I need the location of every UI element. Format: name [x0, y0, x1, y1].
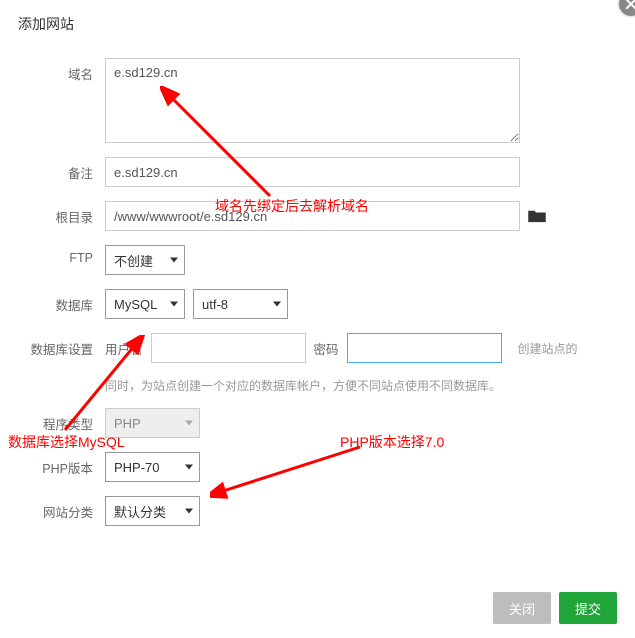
db-help-text: 同时，为站点创建一个对应的数据库帐户，方便不同站点使用不同数据库。	[105, 377, 615, 394]
hint-create: 创建站点的	[518, 340, 578, 357]
label-root: 根目录	[20, 201, 105, 226]
root-input[interactable]	[105, 201, 520, 231]
chevron-down-icon	[185, 421, 193, 426]
db-engine-select[interactable]: MySQL	[105, 289, 185, 319]
ftp-select[interactable]: 不创建	[105, 245, 185, 275]
label-phpver: PHP版本	[20, 452, 105, 477]
form-body: 域名 备注 根目录 FTP 不创建 数据库	[0, 48, 635, 526]
note-input[interactable]	[105, 157, 520, 187]
chevron-down-icon	[170, 302, 178, 307]
cancel-button[interactable]: 关闭	[493, 592, 551, 624]
chevron-down-icon	[273, 302, 281, 307]
label-dbset: 数据库设置	[20, 333, 105, 358]
phpver-select[interactable]: PHP-70	[105, 452, 200, 482]
label-domain: 域名	[20, 58, 105, 83]
label-note: 备注	[20, 157, 105, 182]
db-pass-input[interactable]	[347, 333, 502, 363]
folder-icon[interactable]	[528, 209, 546, 223]
add-site-modal: 添加网站 域名 备注 根目录 FTP 不创建	[0, 0, 635, 638]
submit-button[interactable]: 提交	[559, 592, 617, 624]
label-progtype: 程序类型	[20, 408, 105, 433]
label-cat: 网站分类	[20, 496, 105, 521]
category-select[interactable]: 默认分类	[105, 496, 200, 526]
close-icon	[625, 0, 635, 10]
db-charset-select[interactable]: utf-8	[193, 289, 288, 319]
modal-title: 添加网站	[0, 0, 635, 48]
chevron-down-icon	[185, 465, 193, 470]
domain-textarea[interactable]	[105, 58, 520, 143]
modal-footer: 关闭 提交	[493, 592, 617, 624]
progtype-select: PHP	[105, 408, 200, 438]
chevron-down-icon	[170, 258, 178, 263]
label-user: 用户名	[105, 339, 143, 358]
label-ftp: FTP	[20, 245, 105, 265]
chevron-down-icon	[185, 509, 193, 514]
db-user-input[interactable]	[151, 333, 306, 363]
label-pass: 密码	[314, 339, 339, 358]
label-db: 数据库	[20, 289, 105, 314]
